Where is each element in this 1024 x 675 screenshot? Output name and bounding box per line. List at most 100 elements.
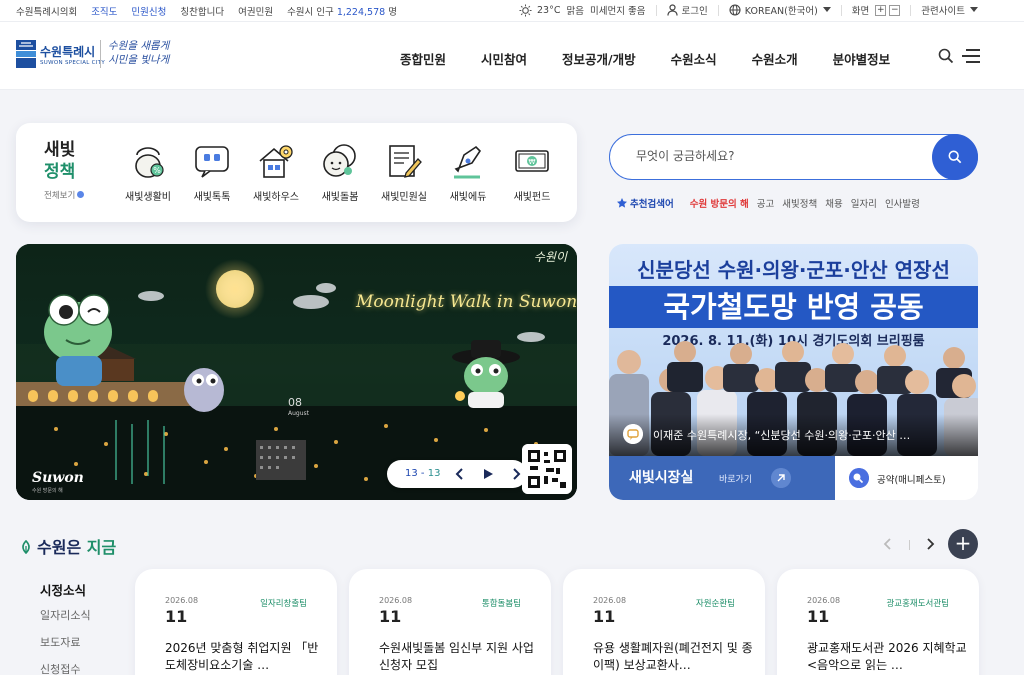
nav-participation[interactable]: 시민참여 bbox=[481, 49, 527, 68]
news-title: 광교홍재도서관 2026 지혜학교 <음악으로 읽는 … bbox=[807, 641, 967, 672]
quick-item-label: 새빛톡톡 bbox=[193, 192, 231, 203]
banner-controls: 13 - 13 bbox=[387, 460, 527, 488]
dust-level: 미세먼지 좋음 bbox=[590, 6, 646, 17]
search-icon[interactable] bbox=[938, 48, 954, 64]
city-slogan: 수원을 새롭게 시민을 빛나게 bbox=[108, 39, 178, 73]
logo-name: 수원특례시 bbox=[40, 45, 96, 59]
view-all-link[interactable]: 전체보기 bbox=[44, 189, 85, 201]
keyword-jobs[interactable]: 일자리 bbox=[851, 196, 877, 210]
chevron-left-icon[interactable] bbox=[453, 467, 467, 481]
play-icon[interactable] bbox=[481, 467, 495, 481]
population-label: 수원시 인구 bbox=[287, 7, 334, 18]
main-header: 수원특례시 SUWON SPECIAL CITY 수원을 새롭게 시민을 빛나게… bbox=[0, 22, 1024, 90]
news-dept: 통합돌봄팀 bbox=[481, 599, 521, 609]
population-value: 1,224,578 bbox=[336, 7, 386, 18]
keywords-label-text: 추천검색어 bbox=[630, 199, 674, 210]
quick-item-civil-office[interactable]: 새빛민원실 bbox=[372, 141, 436, 203]
population-unit: 명 bbox=[388, 7, 397, 18]
star-icon bbox=[617, 198, 627, 208]
suwon-logo[interactable]: 수원특례시 SUWON SPECIAL CITY bbox=[16, 39, 105, 71]
nav-about[interactable]: 수원소개 bbox=[752, 49, 798, 68]
logo-en: SUWON SPECIAL CITY bbox=[40, 60, 106, 66]
related-sites-select[interactable]: 관련사이트 bbox=[921, 3, 965, 17]
quick-item-care[interactable]: 새빛돌봄 bbox=[308, 141, 372, 203]
weather-state: 맑음 bbox=[566, 6, 584, 17]
quick-item-talk[interactable]: 새빛톡톡 bbox=[180, 141, 244, 203]
saebit-policy-panel: 새빛 정책 전체보기 % 새빛생활비 새빛톡톡 새빛하우스 새빛돌봄 새빛민원실… bbox=[16, 123, 577, 222]
quick-item-label: 새빛하우스 bbox=[253, 192, 299, 203]
news-title: 2026년 맞춤형 취업지원 「반도체장비요소기술 … bbox=[165, 641, 319, 672]
language-select[interactable]: KOREAN(한국어) bbox=[745, 3, 818, 17]
chevron-right-icon[interactable] bbox=[924, 537, 936, 551]
wallet-icon: % bbox=[135, 147, 164, 178]
keyword-appointments[interactable]: 인사발령 bbox=[885, 196, 920, 210]
counter-total: 13 bbox=[427, 468, 441, 479]
quick-item-label: 새빛펀드 bbox=[513, 192, 551, 203]
news-card[interactable]: 2026.08 11 자원순환팀 유용 생활폐자원(폐건전지 및 종이팩) 보상… bbox=[563, 569, 765, 675]
tab-job-news[interactable]: 일자리소식 bbox=[40, 607, 91, 634]
keyword-visit-year[interactable]: 수원 방문의 해 bbox=[690, 196, 749, 210]
search-button[interactable] bbox=[932, 134, 978, 180]
photo-headline-2: 국가철도망 반영 공동 bbox=[609, 286, 978, 328]
keyword-hiring[interactable]: 채용 bbox=[825, 196, 842, 210]
quick-item-living-cost[interactable]: % 새빛생활비 bbox=[116, 141, 180, 203]
photo-caption-bar: 이재준 수원특례시장, “신분당선 수원·의왕·군포·안산 … bbox=[609, 414, 978, 456]
photo-headline-1: 신분당선 수원·의왕·군포·안산 연장선 bbox=[637, 258, 950, 282]
keyword-notice[interactable]: 공고 bbox=[757, 196, 774, 210]
zoom-out-button[interactable]: − bbox=[889, 4, 901, 16]
news-date: 2026.08 bbox=[593, 596, 627, 605]
news-card[interactable]: 2026.08 11 광교홍재도서관팀 광교홍재도서관 2026 지혜학교 <음… bbox=[777, 569, 979, 675]
slogan-line-1: 수원을 새롭게 bbox=[108, 40, 170, 52]
section-title-suwon-now: 수원은 지금 bbox=[20, 534, 116, 558]
nav-civil-service[interactable]: 종합민원 bbox=[400, 49, 446, 68]
more-news-button[interactable]: + bbox=[948, 529, 978, 559]
policy-title-line-2: 정책 bbox=[44, 162, 76, 182]
globe-icon bbox=[729, 4, 741, 16]
nav-news[interactable]: 수원소식 bbox=[671, 49, 717, 68]
link-org-chart[interactable]: 조직도 bbox=[91, 4, 117, 18]
mayor-office-title: 새빛시장실 bbox=[629, 470, 694, 486]
hamburger-menu-icon[interactable] bbox=[962, 49, 980, 63]
keywords-label: 추천검색어 bbox=[617, 196, 674, 210]
zoom-in-button[interactable]: + bbox=[875, 4, 887, 16]
link-council[interactable]: 수원특례시의회 bbox=[16, 4, 77, 18]
chevron-right-icon[interactable] bbox=[509, 467, 523, 481]
link-passport[interactable]: 여권민원 bbox=[238, 4, 273, 18]
tab-applications[interactable]: 신청접수 bbox=[40, 661, 91, 675]
quick-item-label: 새빛에듀 bbox=[449, 192, 487, 203]
link-praise[interactable]: 칭찬합니다 bbox=[180, 4, 224, 18]
sun-icon bbox=[519, 3, 532, 17]
tab-press-release[interactable]: 보도자료 bbox=[40, 634, 91, 661]
banner-calendar-day: 08 bbox=[288, 396, 302, 409]
mayor-news-panel: 신분당선 수원·의왕·군포·안산 연장선 국가철도망 반영 공동 2026. 8… bbox=[609, 244, 978, 500]
banknote-icon: ₩ bbox=[515, 150, 549, 172]
keyword-policy[interactable]: 새빛정책 bbox=[782, 196, 817, 210]
quick-item-label: 새빛민원실 bbox=[381, 192, 427, 203]
quick-item-fund[interactable]: ₩ 새빛펀드 bbox=[500, 141, 564, 203]
chevron-left-icon[interactable] bbox=[882, 537, 894, 551]
manifesto-label: 공약(매니페스토) bbox=[877, 475, 946, 486]
news-date: 2026.08 bbox=[379, 596, 413, 605]
press-briefing-photo[interactable]: 신분당선 수원·의왕·군포·안산 연장선 국가철도망 반영 공동 2026. 8… bbox=[609, 244, 978, 456]
login-link[interactable]: 로그인 bbox=[682, 3, 708, 17]
news-title: 수원새빛돌봄 임신부 지원 사업 신청자 모집 bbox=[379, 641, 534, 672]
photo-caption-text: 이재준 수원특례시장, “신분당선 수원·의왕·군포·안산 … bbox=[653, 429, 911, 442]
news-day: 11 bbox=[379, 607, 402, 626]
quick-item-house[interactable]: 새빛하우스 bbox=[244, 141, 308, 203]
link-civil-request[interactable]: 민원신청 bbox=[131, 4, 166, 18]
qr-code-icon bbox=[522, 444, 572, 494]
news-card[interactable]: 2026.08 11 일자리창출팀 2026년 맞춤형 취업지원 「반도체장비요… bbox=[135, 569, 337, 675]
nav-fields[interactable]: 분야별정보 bbox=[833, 49, 891, 68]
search-input[interactable] bbox=[636, 146, 926, 166]
main-banner-carousel[interactable]: 수원이 Moonlight Walk in Suwon! 08 August S… bbox=[16, 244, 577, 500]
plus-dot-icon bbox=[77, 191, 85, 198]
quick-item-edu[interactable]: 새빛에듀 bbox=[436, 141, 500, 203]
manifesto-link[interactable]: 공약(매니페스토) bbox=[835, 456, 978, 500]
tab-city-news[interactable]: 시정소식 bbox=[40, 580, 91, 607]
pen-nib-icon bbox=[454, 145, 482, 179]
nav-open-info[interactable]: 정보공개/개방 bbox=[562, 49, 636, 68]
house-gear-icon bbox=[259, 145, 293, 178]
mayor-office-link[interactable]: 새빛시장실 바로가기 bbox=[609, 456, 835, 500]
news-card[interactable]: 2026.08 11 통합돌봄팀 수원새빛돌봄 임신부 지원 사업 신청자 모집 bbox=[349, 569, 551, 675]
suwon-emblem-icon bbox=[16, 40, 36, 68]
